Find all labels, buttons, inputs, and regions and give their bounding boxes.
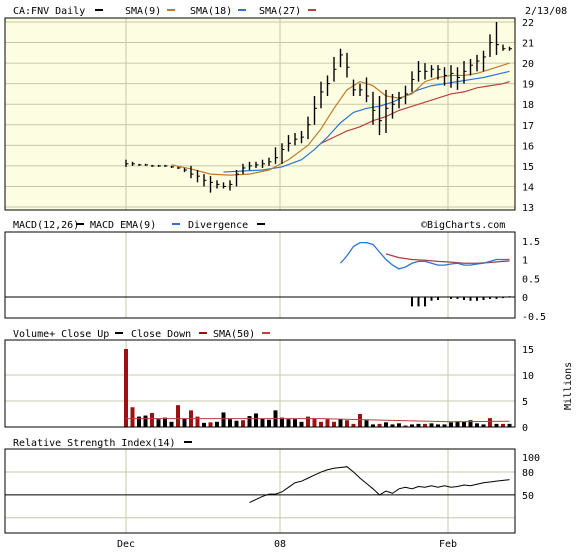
macd-panel-bg xyxy=(5,232,515,318)
volume-bar-13 xyxy=(208,422,213,427)
legend-rsi-swatch xyxy=(184,441,192,443)
y-tick-label-1: 10 xyxy=(522,371,534,382)
volume-bar-42 xyxy=(397,423,401,427)
volume-panel-bg xyxy=(5,340,515,427)
y-tick-label-2: 0.5 xyxy=(522,274,540,285)
volume-bar-56 xyxy=(488,418,492,427)
legend-divergence-swatch xyxy=(257,223,265,225)
volume-bar-1 xyxy=(130,407,135,427)
volume-bar-40 xyxy=(384,422,388,427)
volume-bar-27 xyxy=(299,421,304,427)
price-panel-bg xyxy=(5,18,515,210)
volume-bar-31 xyxy=(325,419,330,427)
y-tick-label-3: 0 xyxy=(522,293,528,304)
x-tick-label-1: 08 xyxy=(274,539,286,550)
volume-bar-22 xyxy=(267,419,271,427)
volume-bar-28 xyxy=(306,416,310,427)
y-tick-label-0: 100 xyxy=(522,453,540,464)
volume-bar-3 xyxy=(143,415,148,427)
y-tick-label-1: 80 xyxy=(522,468,534,479)
ticker-label: CA:FNV Daily xyxy=(13,6,85,17)
legend-sma9-label: SMA(9) xyxy=(125,6,161,17)
volume-bar-32 xyxy=(332,421,336,427)
y-tick-label-5: 17 xyxy=(522,121,534,132)
y-tick-label-3: 0 xyxy=(522,423,528,434)
macd-panel: 1.5 1 0.5 0 -0.5 MACD(12,26) MACD EMA(9) Div… xyxy=(4,220,546,323)
legend-rsi-label: Relative Strength Index(14) xyxy=(13,438,176,449)
volume-bar-25 xyxy=(286,419,291,427)
legend-divergence-label: Divergence xyxy=(188,220,248,231)
volume-panel: 15 10 5 0 Volume+ Close Up Close Down SMA(5… xyxy=(4,329,574,434)
legend-sma27-label: SMA(27) xyxy=(259,6,301,17)
legend-macd-swatch xyxy=(76,223,84,225)
volume-bar-2 xyxy=(137,416,141,427)
y-tick-label-1: 21 xyxy=(522,39,534,50)
x-tick-label-2: Feb xyxy=(439,539,457,550)
legend-volume-up-swatch xyxy=(115,332,123,334)
volume-bar-14 xyxy=(215,421,219,427)
volume-bar-7 xyxy=(169,421,174,427)
chart-date: 2/13/08 xyxy=(525,6,567,17)
y-tick-label-0: 1.5 xyxy=(522,237,540,248)
legend-sma27-swatch xyxy=(308,9,316,11)
volume-bar-11 xyxy=(195,416,200,427)
volume-bar-21 xyxy=(260,418,265,427)
legend-sma9-swatch xyxy=(167,9,175,11)
bigcharts-watermark: ©BigCharts.com xyxy=(421,220,505,231)
y-tick-label-3: 19 xyxy=(522,80,534,91)
legend-volume-sma-label: SMA(50) xyxy=(213,329,255,340)
volume-bar-19 xyxy=(247,416,252,427)
volume-bar-26 xyxy=(293,419,297,427)
y-tick-label-0: 22 xyxy=(522,18,534,29)
ticker-swatch xyxy=(95,9,103,11)
volume-bar-37 xyxy=(364,420,369,427)
volume-bar-50 xyxy=(449,422,453,427)
legend-volume-up-label: Volume+ Close Up xyxy=(13,329,109,340)
volume-bar-52 xyxy=(462,421,466,427)
volume-bar-29 xyxy=(312,418,317,427)
y-tick-label-1: 1 xyxy=(522,256,528,267)
volume-bar-33 xyxy=(338,419,343,427)
volume-bar-47 xyxy=(429,423,434,427)
y-tick-label-7: 15 xyxy=(522,162,534,173)
y-tick-label-2: 20 xyxy=(522,59,534,70)
volume-bar-18 xyxy=(241,420,245,427)
y-tick-label-4: -0.5 xyxy=(522,312,546,323)
y-tick-label-8: 14 xyxy=(522,182,534,193)
y-tick-label-4: 18 xyxy=(522,100,534,111)
volume-bar-20 xyxy=(254,413,258,427)
volume-bar-17 xyxy=(234,420,239,427)
volume-bar-15 xyxy=(221,412,226,427)
y-tick-label-0: 15 xyxy=(522,345,534,356)
volume-axis-label: Millions xyxy=(563,362,574,410)
volume-bar-30 xyxy=(319,421,323,427)
y-tick-label-2: 50 xyxy=(522,491,534,502)
volume-bar-34 xyxy=(345,420,349,427)
volume-bar-36 xyxy=(358,414,362,427)
legend-macd-ema-label: MACD EMA(9) xyxy=(90,220,156,231)
legend-macd-ema-swatch xyxy=(172,223,180,225)
legend-macd-label: MACD(12,26) xyxy=(13,220,79,231)
y-tick-label-6: 16 xyxy=(522,141,534,152)
legend-volume-sma-swatch xyxy=(262,332,270,334)
price-panel: 22 21 20 19 18 17 16 15 14 13 CA:FNV Daily SMA(9)… xyxy=(4,6,567,214)
volume-bar-54 xyxy=(475,423,479,427)
legend-volume-down-swatch xyxy=(199,332,207,334)
rsi-panel-bg xyxy=(5,449,515,533)
volume-bar-9 xyxy=(182,418,187,427)
volume-bar-0 xyxy=(124,349,128,427)
y-tick-label-2: 5 xyxy=(522,397,528,408)
volume-bar-8 xyxy=(176,405,180,427)
volume-bar-16 xyxy=(228,419,232,427)
legend-volume-down-label: Close Down xyxy=(131,329,191,340)
rsi-panel: 100 80 50 Relative Strength Index(14) xyxy=(4,438,540,534)
y-tick-label-9: 13 xyxy=(522,203,534,214)
stock-chart: 22212019181716151413 CA:FNV Daily SMA(9)… xyxy=(0,0,579,553)
x-tick-label-0: Dec xyxy=(117,539,135,550)
volume-bar-4 xyxy=(150,412,154,427)
legend-sma18-swatch xyxy=(238,9,246,11)
volume-bar-12 xyxy=(202,422,206,427)
legend-sma18-label: SMA(18) xyxy=(190,6,232,17)
volume-bar-5 xyxy=(156,419,161,427)
